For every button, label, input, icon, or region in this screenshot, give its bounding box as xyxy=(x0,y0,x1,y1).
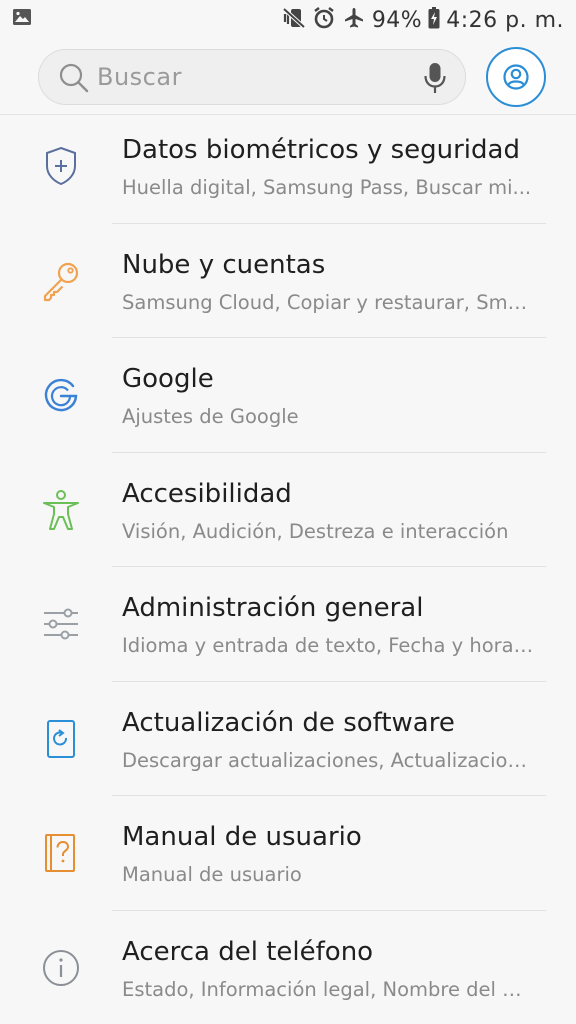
clock: 4:26 p. m. xyxy=(446,7,564,33)
accessibility-icon xyxy=(38,487,84,533)
user-manual-icon xyxy=(38,830,84,876)
alarm-icon xyxy=(312,6,336,34)
shield-icon xyxy=(38,143,84,189)
settings-item-about-phone[interactable]: Acerca del teléfono Estado, Información … xyxy=(0,911,576,1024)
item-subtitle: Samsung Cloud, Copiar y restaurar, Smar.… xyxy=(122,290,534,314)
settings-item-software-update[interactable]: Actualización de software Descargar actu… xyxy=(0,682,576,796)
microphone-icon[interactable] xyxy=(423,62,447,98)
item-title: Datos biométricos y seguridad xyxy=(122,135,520,165)
account-button[interactable] xyxy=(486,47,546,107)
item-subtitle: Huella digital, Samsung Pass, Buscar mi.… xyxy=(122,176,532,199)
item-title: Manual de usuario xyxy=(122,822,362,852)
settings-item-cloud-accounts[interactable]: Nube y cuentas Samsung Cloud, Copiar y r… xyxy=(0,224,576,338)
item-subtitle: Idioma y entrada de texto, Fecha y hora,… xyxy=(122,634,534,657)
airplane-icon xyxy=(342,6,366,34)
search-placeholder: Buscar xyxy=(97,63,182,91)
battery-charging-icon xyxy=(428,7,440,33)
status-bar: 94% 4:26 p. m. xyxy=(0,0,576,40)
item-subtitle: Estado, Información legal, Nombre del di… xyxy=(122,977,534,1001)
item-subtitle: Visión, Audición, Destreza e interacción xyxy=(122,519,509,543)
key-icon xyxy=(38,258,84,304)
search-icon xyxy=(58,62,90,98)
settings-item-general-management[interactable]: Administración general Idioma y entrada … xyxy=(0,567,576,682)
item-title: Administración general xyxy=(122,593,424,623)
item-title: Actualización de software xyxy=(122,707,455,738)
item-title: Nube y cuentas xyxy=(122,249,326,280)
software-update-icon xyxy=(38,716,84,762)
settings-list: Datos biométricos y seguridad Huella dig… xyxy=(0,109,576,1024)
item-title: Google xyxy=(122,364,214,394)
settings-screen: 94% 4:26 p. m. Buscar Datos biométricos … xyxy=(0,0,576,1024)
item-title: Accesibilidad xyxy=(122,478,292,509)
item-title: Acerca del teléfono xyxy=(122,936,374,967)
sliders-icon xyxy=(38,601,84,647)
item-subtitle: Ajustes de Google xyxy=(122,405,299,428)
settings-item-google[interactable]: Google Ajustes de Google xyxy=(0,338,576,453)
vibrate-mute-icon xyxy=(282,7,306,33)
item-subtitle: Manual de usuario xyxy=(122,863,302,886)
account-icon xyxy=(503,64,529,90)
settings-item-user-manual[interactable]: Manual de usuario Manual de usuario xyxy=(0,796,576,911)
image-notification-icon xyxy=(12,8,32,30)
battery-percent: 94% xyxy=(371,7,423,33)
item-subtitle: Descargar actualizaciones, Actualizacion… xyxy=(122,748,534,772)
settings-item-biometrics-security[interactable]: Datos biométricos y seguridad Huella dig… xyxy=(0,109,576,224)
google-icon xyxy=(38,372,84,418)
info-icon xyxy=(38,945,84,991)
search-bar[interactable]: Buscar xyxy=(38,49,466,105)
settings-item-accessibility[interactable]: Accesibilidad Visión, Audición, Destreza… xyxy=(0,453,576,567)
